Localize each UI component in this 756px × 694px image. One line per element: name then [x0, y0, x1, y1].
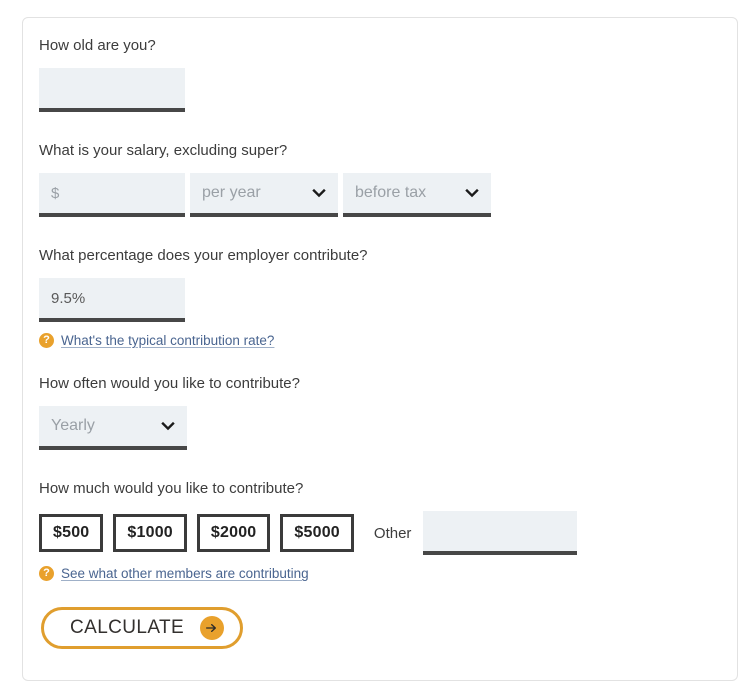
- calculator-card: How old are you? What is your salary, ex…: [22, 17, 738, 681]
- salary-period-select[interactable]: per year: [190, 173, 338, 217]
- other-members-help-text: See what other members are contributing: [61, 566, 309, 581]
- salary-question-label: What is your salary, excluding super?: [39, 142, 288, 159]
- salary-field-group: What is your salary, excluding super? pe…: [39, 141, 721, 217]
- contribution-form: How old are you? What is your salary, ex…: [39, 36, 721, 649]
- employer-rate-field-group: What percentage does your employer contr…: [39, 246, 721, 348]
- salary-amount-input[interactable]: [39, 173, 185, 217]
- typical-rate-help-text: What's the typical contribution rate?: [61, 333, 275, 348]
- amount-presets-row: $500 $1000 $2000 $5000 Other: [39, 511, 721, 555]
- age-field-group: How old are you?: [39, 36, 721, 112]
- amount-preset-button[interactable]: $1000: [113, 514, 187, 552]
- employer-rate-input[interactable]: [39, 278, 185, 322]
- age-question-label: How old are you?: [39, 37, 156, 54]
- salary-tax-select[interactable]: before tax: [343, 173, 491, 217]
- salary-period-value: per year: [202, 184, 261, 201]
- frequency-field-group: How often would you like to contribute? …: [39, 374, 721, 450]
- amount-preset-button[interactable]: $5000: [280, 514, 354, 552]
- amount-question-label: How much would you like to contribute?: [39, 480, 304, 497]
- frequency-question-label: How often would you like to contribute?: [39, 375, 300, 392]
- salary-tax-value: before tax: [355, 184, 427, 201]
- calculate-button-label: CALCULATE: [70, 617, 185, 638]
- typical-rate-help-link[interactable]: ? What's the typical contribution rate?: [39, 333, 721, 348]
- arrow-right-icon: [200, 616, 225, 640]
- frequency-select[interactable]: Yearly: [39, 406, 187, 450]
- amount-preset-button[interactable]: $2000: [196, 514, 271, 552]
- employer-rate-question-label: What percentage does your employer contr…: [39, 247, 368, 264]
- question-mark-icon: ?: [39, 333, 54, 348]
- salary-row: per year before tax: [39, 173, 721, 217]
- other-amount-input[interactable]: [423, 511, 578, 555]
- age-input[interactable]: [39, 68, 185, 112]
- other-amount-label: Other: [373, 524, 412, 542]
- amount-field-group: How much would you like to contribute? $…: [39, 479, 721, 581]
- frequency-value: Yearly: [51, 417, 95, 434]
- calculate-button[interactable]: CALCULATE: [41, 607, 244, 649]
- other-members-help-link[interactable]: ? See what other members are contributin…: [39, 566, 721, 581]
- question-mark-icon: ?: [39, 566, 54, 581]
- amount-preset-button[interactable]: $500: [39, 514, 104, 552]
